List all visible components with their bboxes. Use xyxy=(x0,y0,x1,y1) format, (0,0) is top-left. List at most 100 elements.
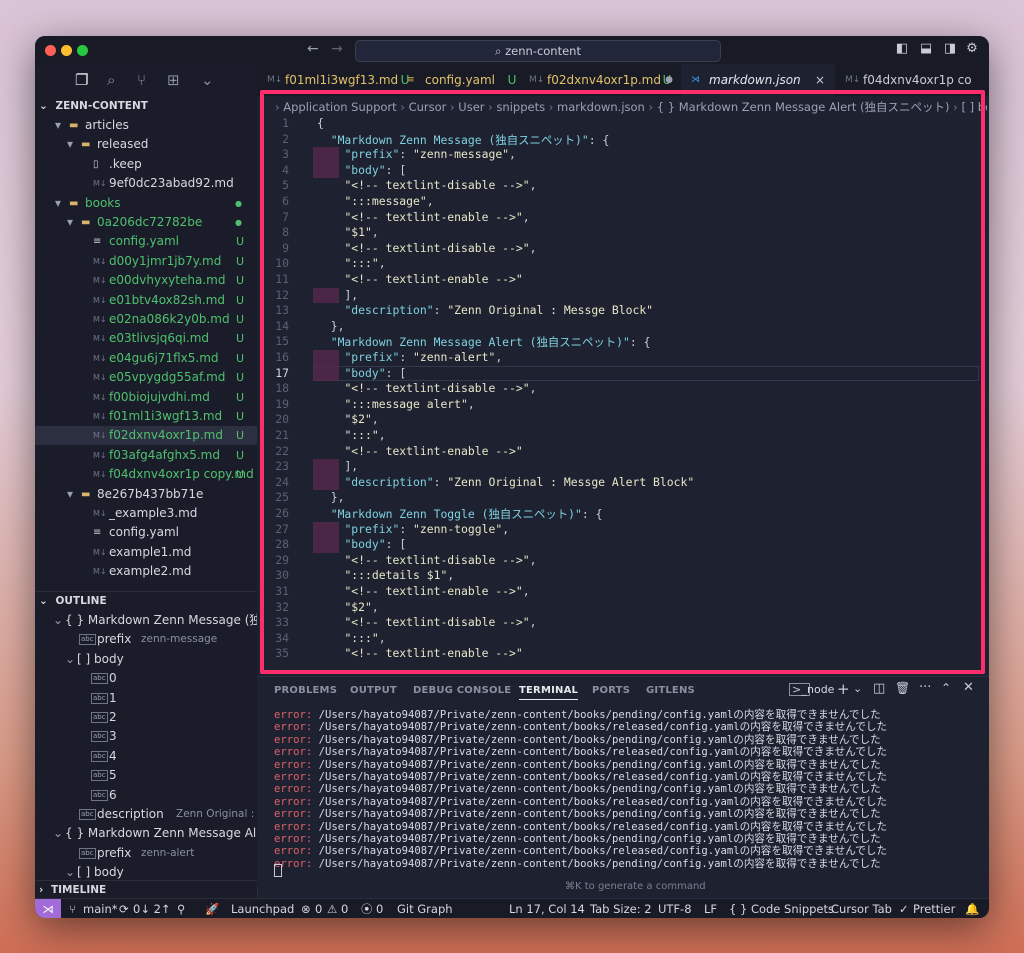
outline-item[interactable]: abc 4 xyxy=(35,747,257,766)
sync-status[interactable]: 0↓ 2↑ xyxy=(133,899,171,918)
more-views-chevron-icon[interactable]: ⌄ xyxy=(201,71,214,89)
notifications-bell-icon[interactable]: 🔔 xyxy=(965,899,979,918)
more-actions-icon[interactable]: ··· xyxy=(919,680,931,695)
code-line[interactable]: "<!-- textlint-disable -->", xyxy=(317,178,536,192)
panel-tab[interactable]: OUTPUT xyxy=(350,685,397,696)
back-arrow-icon[interactable]: ← xyxy=(307,41,319,57)
trash-icon[interactable]: 🗑 xyxy=(895,681,910,695)
code-line[interactable]: "<!-- textlint-enable -->" xyxy=(317,646,522,660)
tree-item[interactable]: M↓ e01btv4ox82sh.md U xyxy=(35,291,257,310)
tree-item[interactable]: M↓ f02dxnv4oxr1p.md U xyxy=(35,426,257,446)
editor-tab[interactable]: ⋊ markdown.json × xyxy=(681,64,835,96)
code-line[interactable]: "<!-- textlint-enable -->" xyxy=(317,444,522,458)
breadcrumb-item[interactable]: [ ] body xyxy=(961,100,987,114)
code-line[interactable]: ], xyxy=(317,288,358,302)
encoding[interactable]: UTF-8 xyxy=(658,899,692,918)
code-line[interactable]: ":::", xyxy=(317,631,385,645)
settings-gear-icon[interactable]: ⚙ xyxy=(965,42,979,56)
launchpad[interactable]: Launchpad xyxy=(231,899,294,918)
code-line[interactable]: "description": "Zenn Original : Messge B… xyxy=(317,303,653,317)
tree-item[interactable]: M↓ f00biojujvdhi.md U xyxy=(35,388,257,407)
code-line[interactable]: "Markdown Zenn Toggle (独自スニペット)": { xyxy=(317,506,603,522)
breadcrumb-item[interactable]: { } Markdown Zenn Message Alert (独自スニペット… xyxy=(657,100,950,114)
explorer-icon[interactable]: ❐ xyxy=(75,71,88,89)
toggle-panel-icon[interactable]: ⬓ xyxy=(919,42,933,56)
extensions-icon[interactable]: ⊞ xyxy=(167,71,180,89)
code-line[interactable]: "prefix": "zenn-message", xyxy=(317,147,515,161)
code-line[interactable]: "body": [ xyxy=(317,163,406,177)
tree-item[interactable]: ▯ .keep xyxy=(35,155,257,174)
tree-item[interactable]: M↓ _example3.md xyxy=(35,504,257,523)
language-mode[interactable]: { } Code Snippets xyxy=(729,899,834,918)
outline-item[interactable]: abc prefix zenn-message xyxy=(35,630,257,649)
editor-tab[interactable]: M↓ f01ml1i3wgf13.md U xyxy=(257,64,409,96)
breadcrumb-item[interactable]: Application Support xyxy=(283,100,396,114)
code-line[interactable]: "prefix": "zenn-toggle", xyxy=(317,522,509,536)
outline-item[interactable]: abc prefix zenn-alert xyxy=(35,844,257,863)
maximize-panel-icon[interactable]: ⌃ xyxy=(941,681,951,695)
outline-item[interactable]: abcdescription Zenn Original : Mess... xyxy=(35,805,257,824)
code-line[interactable]: "Markdown Zenn Message Alert (独自スニペット)":… xyxy=(317,334,651,350)
forward-arrow-icon[interactable]: → xyxy=(331,41,343,57)
outline-item[interactable]: abc 1 xyxy=(35,689,257,708)
code-line[interactable]: "$1", xyxy=(317,225,378,239)
split-terminal-icon[interactable]: ◫ xyxy=(873,681,885,696)
accounts-icon[interactable]: ⚲ xyxy=(177,899,185,918)
code-editor[interactable]: 1 {2 "Markdown Zenn Message (独自スニペット)": {… xyxy=(257,96,989,676)
panel-tab[interactable]: GITLENS xyxy=(646,685,695,696)
tree-item[interactable]: M↓ e00dvhyxyteha.md U xyxy=(35,271,257,290)
code-line[interactable]: ":::details $1", xyxy=(317,568,454,582)
code-line[interactable]: "<!-- textlint-disable -->", xyxy=(317,615,536,629)
source-control-icon[interactable]: ⑂ xyxy=(137,71,146,89)
code-line[interactable]: "body": [ xyxy=(317,366,406,380)
outline-header[interactable]: ⌄ OUTLINE xyxy=(35,591,257,610)
outline-item[interactable]: ⌄{ } Markdown Zenn Message Alert ... xyxy=(35,824,257,843)
editor-tab[interactable]: M↓ f02dxnv4oxr1p.md U ● xyxy=(519,64,681,96)
code-line[interactable]: { xyxy=(317,116,324,130)
warning-count[interactable]: 0 xyxy=(341,899,348,918)
code-line[interactable]: "<!-- textlint-enable -->", xyxy=(317,210,529,224)
breadcrumb-item[interactable]: User xyxy=(458,100,484,114)
tree-item[interactable]: ▾ ▬ released xyxy=(35,135,257,154)
code-line[interactable]: ":::", xyxy=(317,428,385,442)
end-of-line[interactable]: LF xyxy=(704,899,717,918)
code-line[interactable]: "<!-- textlint-disable -->", xyxy=(317,553,536,567)
panel-tab[interactable]: DEBUG CONSOLE xyxy=(413,685,511,696)
tree-item[interactable]: M↓ e05vpygdg55af.md U xyxy=(35,368,257,387)
tree-item[interactable]: M↓ f03afg4afghx5.md U xyxy=(35,446,257,465)
cursor-position[interactable]: Ln 17, Col 14 xyxy=(509,899,585,918)
git-branch[interactable]: main* xyxy=(83,899,117,918)
remote-indicator[interactable]: ⋊ xyxy=(35,899,61,918)
tree-item[interactable]: ▾ ▬ books ● xyxy=(35,194,257,213)
code-line[interactable]: "Markdown Zenn Message (独自スニペット)": { xyxy=(317,132,610,148)
search-view-icon[interactable]: ⌕ xyxy=(107,71,115,89)
outline-item[interactable]: ⌄{ } Markdown Zenn Message (独自... xyxy=(35,611,257,630)
tree-item[interactable]: M↓ e03tlivsjq6qi.md U xyxy=(35,329,257,348)
code-line[interactable]: }, xyxy=(317,319,345,333)
code-line[interactable]: "body": [ xyxy=(317,537,406,551)
tab-size[interactable]: Tab Size: 2 xyxy=(590,899,652,918)
close-window-button[interactable] xyxy=(45,45,56,56)
toggle-primary-sidebar-icon[interactable]: ◧ xyxy=(895,42,909,56)
code-line[interactable]: "<!-- textlint-disable -->", xyxy=(317,381,536,395)
tree-item[interactable]: M↓ 9ef0dc23abad92.md xyxy=(35,174,257,193)
editor-tab[interactable]: M↓ f04dxnv4oxr1p co xyxy=(835,64,989,96)
tree-item[interactable]: M↓ f01ml1i3wgf13.md U xyxy=(35,407,257,426)
git-graph[interactable]: Git Graph xyxy=(397,899,453,918)
tree-item[interactable]: ▾ ▬ articles xyxy=(35,116,257,135)
zoom-window-button[interactable] xyxy=(77,45,88,56)
ports-count[interactable]: 0 xyxy=(376,899,383,918)
command-center-search[interactable]: ⌕ zenn-content xyxy=(355,40,721,62)
outline-item[interactable]: abc 6 xyxy=(35,786,257,805)
tree-item[interactable]: ▾ ▬ 0a206dc72782be ● xyxy=(35,213,257,232)
error-count[interactable]: 0 xyxy=(315,899,322,918)
minimize-window-button[interactable] xyxy=(61,45,72,56)
close-tab-icon[interactable]: × xyxy=(815,64,825,96)
tree-item[interactable]: M↓ example1.md xyxy=(35,543,257,562)
code-line[interactable]: "$2", xyxy=(317,412,378,426)
cursor-tab[interactable]: Cursor Tab xyxy=(831,899,892,918)
outline-item[interactable]: abc 5 xyxy=(35,766,257,785)
breadcrumb-item[interactable]: Cursor xyxy=(409,100,447,114)
outline-item[interactable]: ⌄[ ] body xyxy=(35,650,257,669)
panel-tab[interactable]: TERMINAL xyxy=(519,685,579,700)
